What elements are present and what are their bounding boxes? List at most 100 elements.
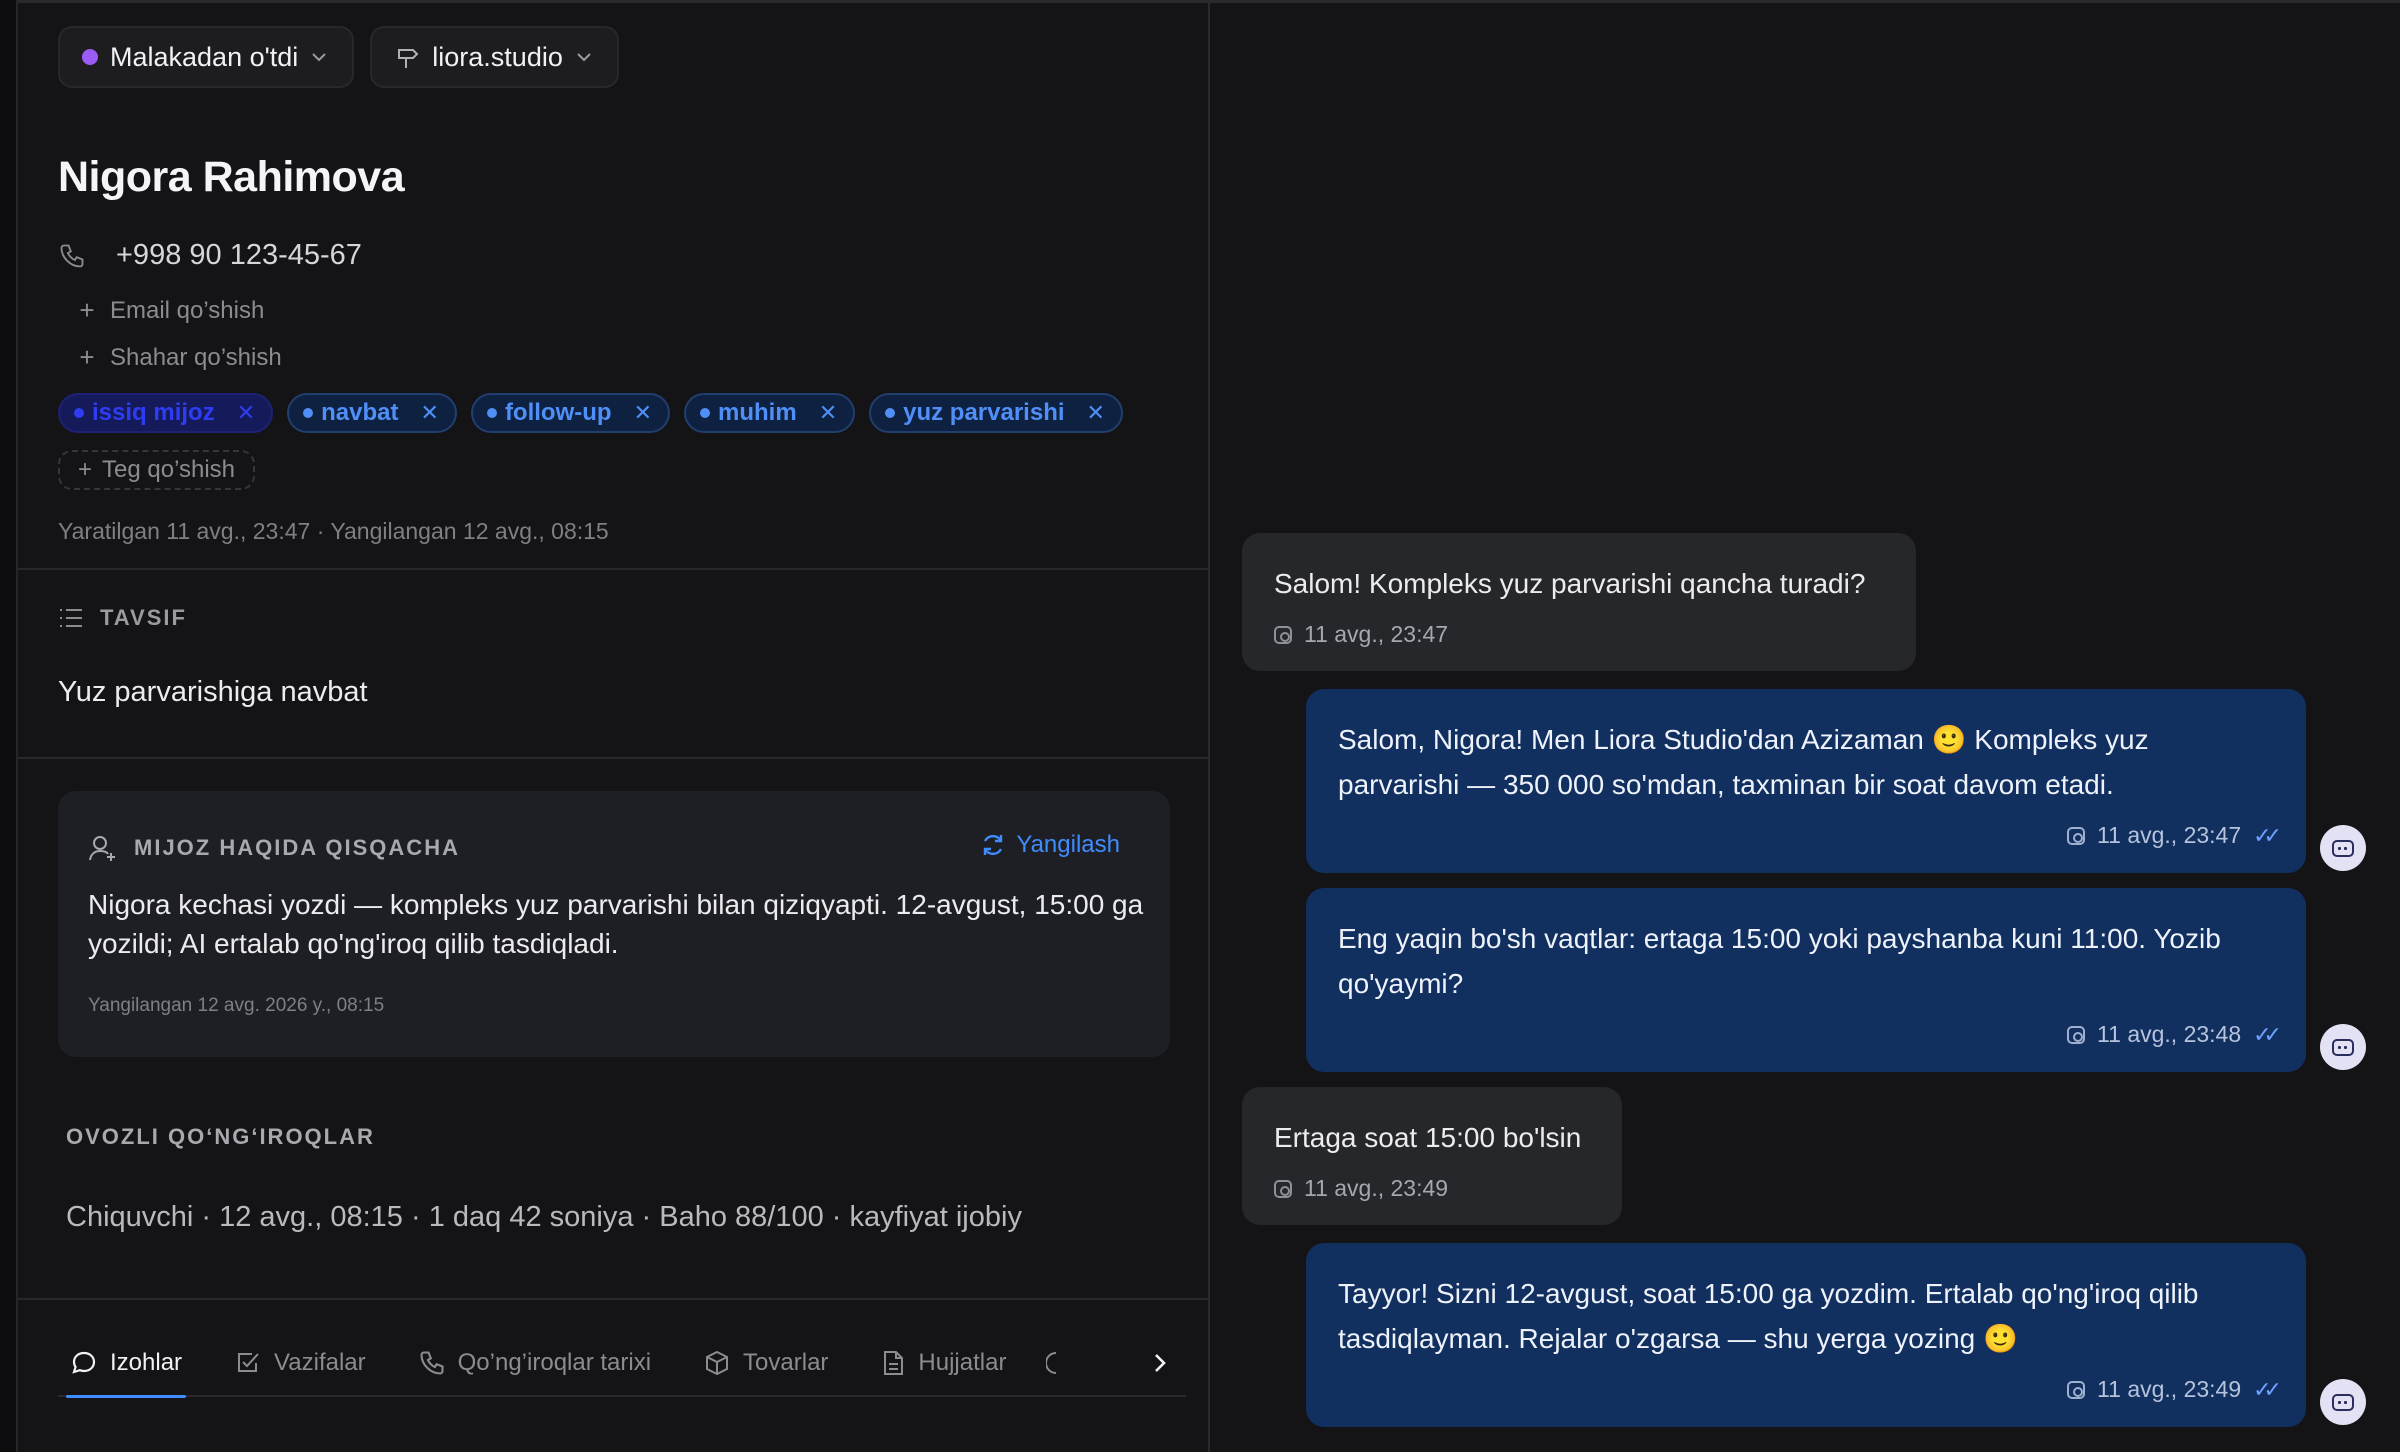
remove-tag-icon[interactable]: ✕ — [1087, 400, 1105, 426]
tab-notes[interactable]: Izohlar — [58, 1330, 194, 1398]
summary-updated: Yangilangan 12 avg. 2026 y., 08:15 — [88, 995, 385, 1016]
remove-tag-icon[interactable]: ✕ — [819, 400, 837, 426]
tab-overflow-partial[interactable] — [1046, 1330, 1076, 1396]
tag-chip[interactable]: follow-up ✕ — [470, 393, 671, 433]
tag-label: issiq mijoz — [92, 399, 215, 426]
plus-icon: + — [78, 456, 93, 483]
phone-number: +998 90 123-45-67 — [116, 239, 362, 271]
bot-icon — [2332, 1393, 2354, 1411]
message-time: 11 avg., 23:48 — [2097, 1021, 2242, 1047]
message-text: Tayyor! Sizni 12-avgust, soat 15:00 ga y… — [1338, 1278, 2199, 1354]
voice-call-item[interactable]: Chiquvchi · 12 avg., 08:15 · 1 daq 42 so… — [66, 1201, 1022, 1234]
channel-dropdown[interactable]: liora.studio — [370, 26, 619, 88]
add-tag-label: Teg qo’shish — [102, 456, 235, 483]
tag-chip[interactable]: navbat ✕ — [287, 393, 457, 433]
detail-tabs: Izohlar Vazifalar Qo’ng’iroqlar tarixi T… — [58, 1330, 1186, 1398]
add-city-label: Shahar qo’shish — [110, 343, 282, 371]
section-divider — [18, 1298, 1208, 1300]
document-icon — [884, 1351, 904, 1375]
message-time: 11 avg., 23:47 — [1304, 621, 1449, 647]
add-email-button[interactable]: + Email qo’shish — [78, 295, 264, 326]
voice-calls-heading: OVOZLI QO‘NG‘IROQLAR — [66, 1124, 375, 1149]
tag-label: yuz parvarishi — [903, 399, 1065, 426]
client-summary-card: MIJOZ HAQIDA QISQACHA Yangilash Nigora k… — [58, 791, 1170, 1057]
add-tag-button[interactable]: + Teg qo’shish — [58, 450, 255, 490]
status-dot-icon — [82, 49, 98, 65]
tag-dot-icon — [700, 408, 711, 418]
status-dropdown[interactable]: Malakadan o'tdi — [58, 26, 355, 88]
partial-tab-icon — [1046, 1352, 1057, 1374]
tag-dot-icon — [74, 408, 84, 418]
plus-icon: + — [79, 342, 95, 372]
add-city-button[interactable]: + Shahar qo’shish — [78, 342, 282, 373]
tag-chip[interactable]: issiq mijoz ✕ — [58, 393, 274, 433]
remove-tag-icon[interactable]: ✕ — [634, 400, 652, 426]
message-text: Ertaga soat 15:00 bo'lsin — [1274, 1122, 1582, 1153]
status-label: Malakadan o'tdi — [110, 41, 299, 72]
bot-icon — [2332, 1038, 2354, 1056]
bot-icon — [2332, 839, 2354, 857]
message-outgoing[interactable]: Eng yaqin bo'sh vaqtlar: ertaga 15:00 yo… — [1306, 888, 2306, 1072]
double-check-icon: ✓✓ — [2253, 1377, 2282, 1402]
message-time: 11 avg., 23:49 — [2097, 1376, 2242, 1402]
list-icon — [60, 609, 82, 627]
signpost-icon — [398, 49, 419, 68]
contact-name[interactable]: Nigora Rahimova — [58, 153, 405, 202]
summary-header: MIJOZ HAQIDA QISQACHA — [88, 833, 460, 863]
phone-row[interactable]: +998 90 123-45-67 — [58, 239, 362, 272]
summary-heading: MIJOZ HAQIDA QISQACHA — [134, 835, 460, 860]
description-text[interactable]: Yuz parvarishiga navbat — [58, 676, 368, 709]
tab-documents[interactable]: Hujjatlar — [868, 1330, 1018, 1396]
instagram-icon — [1274, 625, 1292, 644]
created-updated-meta: Yaratilgan 11 avg., 23:47 · Yangilangan … — [58, 518, 609, 544]
box-icon — [706, 1350, 729, 1376]
message-incoming[interactable]: Ertaga soat 15:00 bo'lsin 11 avg., 23:49 — [1242, 1087, 1622, 1225]
refresh-label: Yangilash — [1016, 831, 1120, 858]
ai-bot-avatar — [2320, 1379, 2366, 1425]
tab-call-history[interactable]: Qo’ng’iroqlar tarixi — [406, 1330, 663, 1396]
summary-text: Nigora kechasi yozdi — kompleks yuz parv… — [88, 889, 1144, 959]
ai-bot-avatar — [2320, 825, 2366, 871]
description-header: TAVSIF — [58, 605, 187, 631]
message-text: Eng yaqin bo'sh vaqtlar: ertaga 15:00 yo… — [1338, 923, 2221, 999]
tabs-scroll-right-button[interactable] — [1142, 1345, 1178, 1381]
chevron-down-icon — [577, 53, 591, 62]
tab-tasks[interactable]: Vazifalar — [222, 1330, 378, 1396]
message-meta: 11 avg., 23:49 — [1274, 1166, 1590, 1211]
message-outgoing[interactable]: Salom, Nigora! Men Liora Studio'dan Aziz… — [1306, 689, 2306, 873]
tag-chip[interactable]: muhim ✕ — [684, 393, 856, 433]
instagram-icon — [2067, 1025, 2086, 1044]
message-meta: 11 avg., 23:49 ✓✓ — [1338, 1367, 2282, 1412]
message-text: Salom! Kompleks yuz parvarishi qancha tu… — [1274, 568, 1866, 599]
tag-label: follow-up — [504, 399, 612, 426]
refresh-icon — [984, 834, 1003, 856]
plus-icon: + — [79, 295, 95, 325]
message-time: 11 avg., 23:47 — [2097, 822, 2242, 848]
tag-chip[interactable]: yuz parvarishi ✕ — [869, 393, 1123, 433]
message-time: 11 avg., 23:49 — [1304, 1175, 1449, 1201]
ai-bot-avatar — [2320, 1024, 2366, 1070]
tag-label: muhim — [718, 399, 797, 426]
remove-tag-icon[interactable]: ✕ — [421, 400, 439, 426]
tab-label: Izohlar — [110, 1349, 183, 1376]
message-incoming[interactable]: Salom! Kompleks yuz parvarishi qancha tu… — [1242, 533, 1916, 671]
message-text: Salom, Nigora! Men Liora Studio'dan Aziz… — [1338, 724, 2149, 800]
tag-label: navbat — [321, 399, 399, 426]
remove-tag-icon[interactable]: ✕ — [237, 400, 255, 426]
instagram-icon — [1274, 1179, 1292, 1198]
message-outgoing[interactable]: Tayyor! Sizni 12-avgust, soat 15:00 ga y… — [1306, 1243, 2306, 1427]
tab-label: Tovarlar — [743, 1349, 829, 1376]
chat-thread: Salom! Kompleks yuz parvarishi qancha tu… — [1212, 3, 2400, 1452]
user-icon — [89, 836, 115, 861]
section-divider — [18, 568, 1208, 570]
double-check-icon: ✓✓ — [2253, 1022, 2282, 1047]
instagram-icon — [2067, 826, 2086, 845]
tag-dot-icon — [303, 408, 314, 418]
tab-label: Hujjatlar — [918, 1349, 1007, 1376]
add-email-label: Email qo’shish — [110, 296, 265, 324]
message-meta: 11 avg., 23:47 — [1274, 612, 1884, 657]
refresh-summary-button[interactable]: Yangilash — [980, 831, 1120, 859]
tab-products[interactable]: Tovarlar — [691, 1330, 840, 1396]
double-check-icon: ✓✓ — [2253, 823, 2282, 848]
chat-bubble-icon — [72, 1351, 96, 1374]
